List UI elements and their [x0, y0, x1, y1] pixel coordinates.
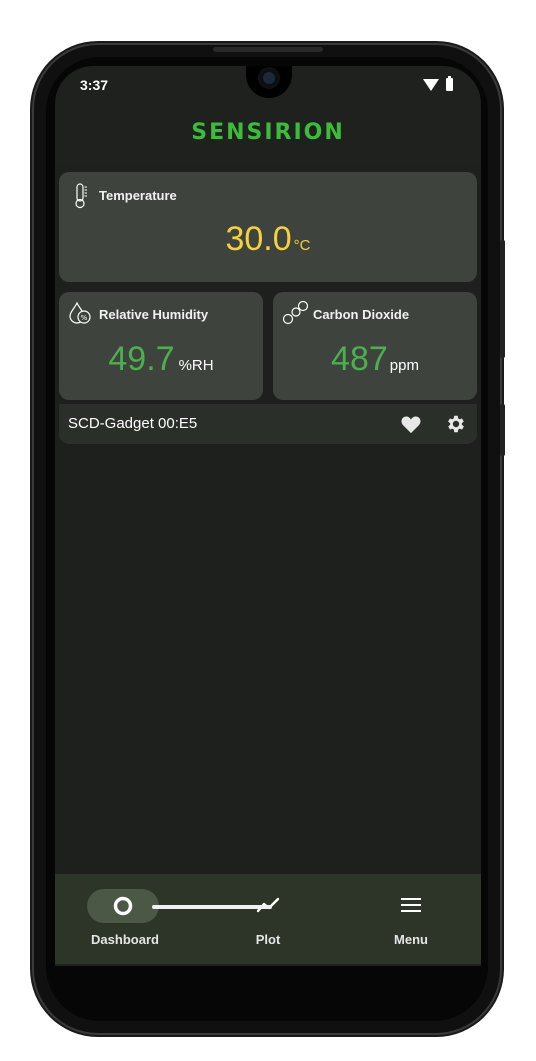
temperature-value: 30.0 — [225, 220, 292, 258]
status-time: 3:37 — [80, 77, 109, 93]
co2-molecule-icon — [282, 300, 309, 325]
volume-button — [500, 240, 505, 358]
nav-plot-label: Plot — [255, 932, 281, 947]
device-bar: SCD-Gadget 00:E5 — [59, 404, 477, 444]
co2-label: Carbon Dioxide — [313, 307, 410, 322]
temperature-reading: 30.0 °C — [59, 220, 477, 259]
battery-icon — [446, 76, 453, 91]
power-button — [500, 404, 505, 456]
device-name: SCD-Gadget 00:E5 — [68, 415, 198, 432]
bottom-navigation: Dashboard Plot Menu — [55, 874, 481, 964]
temperature-unit: °C — [293, 237, 311, 254]
nav-menu[interactable]: Menu — [341, 874, 481, 964]
svg-text:%: % — [81, 314, 88, 322]
humidity-unit: %RH — [178, 357, 214, 374]
nav-dashboard-label: Dashboard — [91, 932, 159, 947]
humidity-reading: 49.7 %RH — [59, 340, 263, 379]
screen: 3:37 SENSIRION Temperature 30.0 °C % Rel… — [55, 66, 481, 966]
nav-plot[interactable]: Plot — [198, 874, 338, 964]
hamburger-menu-icon — [401, 898, 421, 912]
app-logo: SENSIRION — [191, 120, 345, 145]
humidity-card[interactable]: % Relative Humidity 49.7 %RH — [59, 292, 263, 400]
co2-unit: ppm — [389, 357, 419, 374]
heart-icon[interactable] — [400, 414, 422, 434]
humidity-drop-icon: % — [69, 301, 91, 324]
temperature-card[interactable]: Temperature 30.0 °C — [59, 172, 477, 282]
wifi-icon — [423, 79, 439, 91]
temperature-label: Temperature — [99, 188, 177, 203]
earpiece-speaker — [213, 47, 323, 52]
front-camera — [260, 69, 278, 87]
humidity-label: Relative Humidity — [99, 307, 209, 322]
co2-card[interactable]: Carbon Dioxide 487 ppm — [273, 292, 477, 400]
co2-reading: 487 ppm — [273, 340, 477, 379]
thermometer-icon — [75, 183, 87, 209]
home-indicator[interactable] — [152, 905, 272, 909]
circle-icon — [113, 896, 133, 916]
nav-menu-label: Menu — [394, 932, 428, 947]
co2-value: 487 — [331, 340, 388, 378]
gear-icon[interactable] — [445, 413, 467, 435]
nav-dashboard[interactable]: Dashboard — [55, 874, 195, 964]
humidity-value: 49.7 — [108, 340, 175, 378]
